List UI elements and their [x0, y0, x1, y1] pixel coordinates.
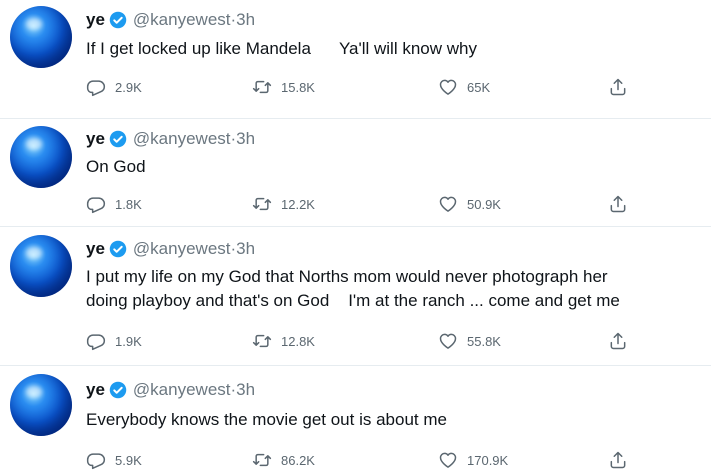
share-icon — [610, 451, 626, 469]
tweet-card[interactable]: ye @kanyewest · 3h I put my life on my G… — [0, 227, 711, 365]
retweet-count: 15.8K — [281, 79, 315, 95]
retweet-button[interactable]: 12.2K — [252, 194, 315, 214]
tweet-actions: 1.9K 12.8K 55.8K — [86, 331, 646, 355]
like-button[interactable]: 65K — [438, 77, 490, 97]
retweet-count: 12.8K — [281, 333, 315, 349]
reply-button[interactable]: 5.9K — [86, 450, 142, 470]
retweet-icon — [252, 334, 272, 348]
reply-count: 5.9K — [115, 452, 142, 468]
avatar[interactable] — [10, 374, 72, 436]
tweet-feed: ye @kanyewest · 3h If I get locked up li… — [0, 0, 711, 474]
handle[interactable]: @kanyewest — [133, 239, 231, 259]
reply-button[interactable]: 1.8K — [86, 194, 142, 214]
retweet-count: 12.2K — [281, 196, 315, 212]
timestamp[interactable]: 3h — [236, 380, 255, 400]
share-icon — [610, 195, 626, 213]
heart-icon — [439, 196, 457, 212]
reply-count: 1.9K — [115, 333, 142, 349]
like-button[interactable]: 50.9K — [438, 194, 501, 214]
share-icon — [610, 332, 626, 350]
retweet-count: 86.2K — [281, 452, 315, 468]
tweet-card[interactable]: ye @kanyewest · 3h Everybody knows the m… — [0, 366, 711, 474]
timestamp[interactable]: 3h — [236, 10, 255, 30]
share-icon — [610, 78, 626, 96]
like-button[interactable]: 170.9K — [438, 450, 508, 470]
like-count: 65K — [467, 79, 491, 95]
avatar[interactable] — [10, 126, 72, 188]
tweet-header: ye @kanyewest · 3h — [86, 239, 255, 259]
avatar[interactable] — [10, 6, 72, 68]
tweet-text: On God — [86, 157, 146, 176]
reply-icon — [86, 334, 106, 351]
verified-badge-icon — [109, 130, 127, 148]
reply-button[interactable]: 2.9K — [86, 77, 142, 97]
tweet-header: ye @kanyewest · 3h — [86, 380, 255, 400]
retweet-button[interactable]: 86.2K — [252, 450, 315, 470]
tweet-header: ye @kanyewest · 3h — [86, 10, 255, 30]
display-name[interactable]: ye — [86, 239, 105, 259]
display-name[interactable]: ye — [86, 380, 105, 400]
verified-badge-icon — [109, 381, 127, 399]
share-button[interactable] — [608, 77, 637, 97]
reply-button[interactable]: 1.9K — [86, 331, 142, 351]
retweet-icon — [252, 197, 272, 211]
display-name[interactable]: ye — [86, 129, 105, 149]
reply-icon — [86, 453, 106, 470]
like-button[interactable]: 55.8K — [438, 331, 501, 351]
tweet-text: Everybody knows the movie get out is abo… — [86, 410, 447, 429]
like-count: 55.8K — [467, 333, 501, 349]
tweet-actions: 2.9K 15.8K 65K — [86, 77, 646, 101]
heart-icon — [439, 79, 457, 95]
share-button[interactable] — [608, 450, 637, 470]
verified-badge-icon — [109, 240, 127, 258]
handle[interactable]: @kanyewest — [133, 10, 231, 30]
handle[interactable]: @kanyewest — [133, 380, 231, 400]
verified-badge-icon — [109, 11, 127, 29]
timestamp[interactable]: 3h — [236, 129, 255, 149]
tweet-actions: 5.9K 86.2K 170.9K — [86, 450, 646, 474]
share-button[interactable] — [608, 194, 637, 214]
tweet-text: If I get locked up like Mandela Ya'll wi… — [86, 39, 477, 58]
heart-icon — [439, 452, 457, 468]
share-button[interactable] — [608, 331, 637, 351]
tweet-card[interactable]: ye @kanyewest · 3h If I get locked up li… — [0, 0, 711, 118]
retweet-button[interactable]: 12.8K — [252, 331, 315, 351]
display-name[interactable]: ye — [86, 10, 105, 30]
reply-icon — [86, 80, 106, 97]
tweet-actions: 1.8K 12.2K 50.9K — [86, 194, 646, 218]
reply-count: 2.9K — [115, 79, 142, 95]
like-count: 170.9K — [467, 452, 509, 468]
tweet-card[interactable]: ye @kanyewest · 3h On God 1.8K 12.2K 50.… — [0, 119, 711, 226]
handle[interactable]: @kanyewest — [133, 129, 231, 149]
like-count: 50.9K — [467, 196, 501, 212]
retweet-icon — [252, 80, 272, 94]
timestamp[interactable]: 3h — [236, 239, 255, 259]
reply-icon — [86, 197, 106, 214]
tweet-text: I put my life on my God that Norths mom … — [86, 267, 620, 310]
reply-count: 1.8K — [115, 196, 142, 212]
retweet-button[interactable]: 15.8K — [252, 77, 315, 97]
retweet-icon — [252, 453, 272, 467]
tweet-header: ye @kanyewest · 3h — [86, 129, 255, 149]
avatar[interactable] — [10, 235, 72, 297]
heart-icon — [439, 333, 457, 349]
